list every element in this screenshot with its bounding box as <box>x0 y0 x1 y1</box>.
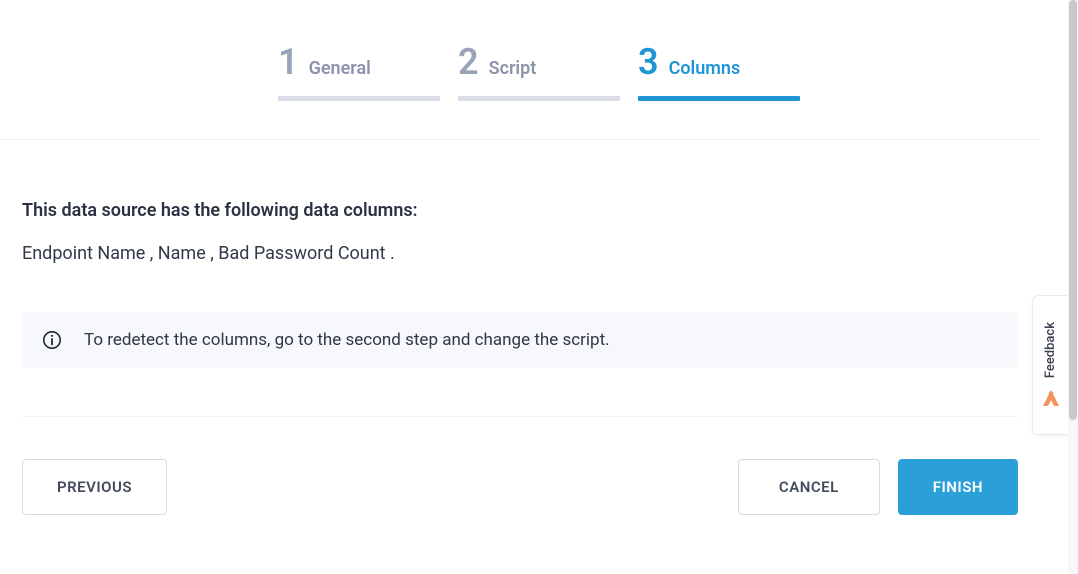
columns-list-text: Endpoint Name , Name , Bad Password Coun… <box>22 243 1018 264</box>
step-progress-bar <box>458 96 620 101</box>
step-progress-bar <box>278 96 440 101</box>
step-label: Columns <box>669 58 741 79</box>
info-text: To redetect the columns, go to the secon… <box>84 330 610 350</box>
previous-button[interactable]: PREVIOUS <box>22 459 167 515</box>
step-progress-bar <box>638 96 800 101</box>
step-label: General <box>309 58 371 79</box>
feedback-tab[interactable]: Feedback <box>1032 295 1068 435</box>
feedback-logo-icon <box>1041 390 1061 408</box>
step-script[interactable]: 2 Script <box>458 44 620 101</box>
columns-content: This data source has the following data … <box>0 140 1040 417</box>
step-label: Script <box>489 58 537 79</box>
step-columns[interactable]: 3 Columns <box>638 44 800 101</box>
columns-heading: This data source has the following data … <box>22 200 1018 221</box>
info-box: To redetect the columns, go to the secon… <box>22 312 1018 368</box>
step-number: 3 <box>638 44 659 80</box>
info-icon <box>42 330 62 350</box>
wizard-stepper: 1 General 2 Script 3 Columns <box>0 0 1078 101</box>
step-number: 2 <box>458 44 479 80</box>
cancel-button[interactable]: CANCEL <box>738 459 880 515</box>
step-general[interactable]: 1 General <box>278 44 440 101</box>
finish-button[interactable]: FINISH <box>898 459 1018 515</box>
feedback-label: Feedback <box>1043 322 1058 378</box>
step-number: 1 <box>278 44 299 80</box>
wizard-buttons-row: PREVIOUS CANCEL FINISH <box>0 417 1040 515</box>
scrollbar-thumb[interactable] <box>1069 0 1077 420</box>
vertical-scrollbar[interactable] <box>1068 0 1078 574</box>
